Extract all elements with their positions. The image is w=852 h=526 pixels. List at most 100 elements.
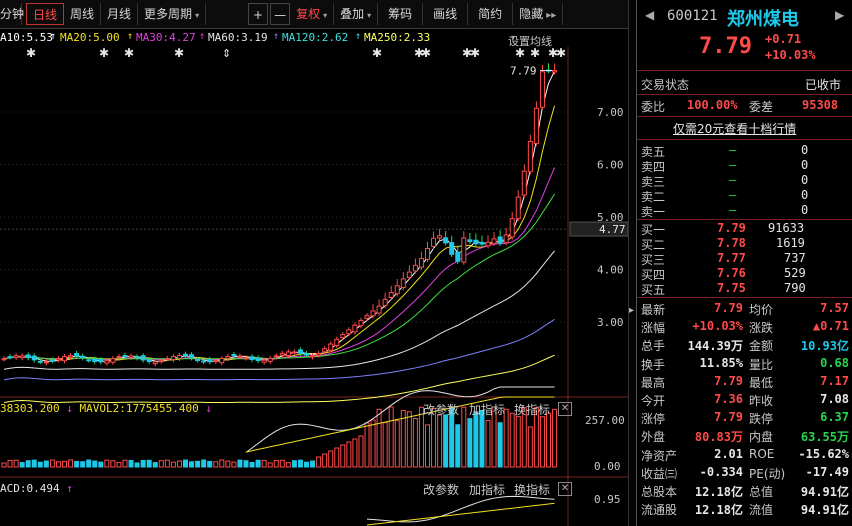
fuquan-dropdown[interactable]: 复权 ▾ (290, 3, 335, 25)
volume-bar (304, 461, 309, 468)
period-week-tab[interactable]: 周线 (64, 3, 102, 25)
chart-grid (0, 47, 628, 526)
vol-close-button[interactable]: ✕ (558, 402, 572, 416)
divider (637, 219, 852, 220)
volume-bar (473, 411, 479, 468)
stock-change-pct: +10.03% (765, 48, 816, 62)
volume-bar (243, 460, 249, 468)
stat-value: 7.08 (820, 392, 849, 406)
macd-close-button[interactable]: ✕ (558, 482, 572, 496)
ask-volume: 0 (801, 188, 809, 202)
bid-volume: 1619 (776, 236, 805, 250)
chips-button[interactable]: 筹码 (378, 3, 424, 25)
current-price-label: 4.77 (599, 223, 626, 236)
volume-header: 38303.200 ↓ MAVOL2:1775455.400 ↓ (0, 402, 212, 415)
volume-bar (485, 420, 491, 468)
candle-body (62, 356, 67, 362)
volume-bar (74, 460, 80, 468)
stat-label: 量比 (749, 357, 774, 372)
volume-bar (80, 461, 86, 468)
stat-value: 63.55万 (800, 430, 849, 445)
ma60-value: MA60:3.19 (208, 31, 268, 44)
zoom-out-button[interactable]: — (270, 3, 291, 25)
candle-body (225, 356, 231, 359)
candle-body (176, 355, 182, 359)
zoom-in-button[interactable]: + (248, 3, 269, 25)
prev-stock-icon[interactable]: ◀ (645, 8, 654, 22)
ask-volume: 0 (801, 143, 809, 157)
candle-body (485, 241, 491, 247)
more-periods-dropdown[interactable]: 更多周期 ▾ (138, 3, 207, 25)
ask-volume: 0 (801, 173, 809, 187)
candle-body (1, 358, 7, 361)
collapse-arrow-icon[interactable]: ▸ (629, 305, 634, 316)
overlay-label: 叠加 (340, 7, 365, 21)
candle-body (394, 285, 400, 295)
volume-bar (201, 459, 207, 468)
volume-bar (388, 406, 394, 468)
overlay-dropdown[interactable]: 叠加 ▾ (334, 3, 379, 25)
volume-bar (146, 459, 152, 468)
vol-add-indicator-tab[interactable]: 加指标 (469, 401, 505, 418)
volume-bar (334, 447, 340, 468)
period-month-tab[interactable]: 月线 (101, 3, 139, 25)
hide-button[interactable]: 隐藏 ▸▸ (513, 3, 564, 25)
ma-line (3, 193, 555, 360)
vol-edit-params-tab[interactable]: 改参数 (423, 401, 459, 418)
candle-body (310, 355, 316, 358)
ma120-arrow-icon: ↑ (355, 31, 362, 42)
candle-body (55, 358, 61, 361)
volume-bar (219, 459, 225, 468)
ma-line (3, 318, 555, 381)
volume-bar (539, 416, 545, 468)
stat-label: 流通股 (641, 503, 678, 518)
candle-body (382, 298, 388, 307)
volume-bar (116, 462, 122, 468)
candle-body (207, 359, 213, 363)
volume-bar (55, 461, 61, 468)
stat-value: +10.03% (692, 319, 743, 334)
ma30-arrow-icon: ↑ (199, 31, 206, 42)
candle-body (431, 237, 437, 247)
volume-bar (461, 406, 467, 468)
candle-body (273, 355, 279, 358)
simple-mode-button[interactable]: 简约 (468, 3, 514, 25)
volume-bar (176, 460, 182, 468)
event-marker-icon: ✱ (99, 47, 109, 60)
volume-bars (1, 386, 558, 468)
ma-line (3, 250, 555, 370)
period-minute-tab[interactable]: 分钟 (0, 3, 24, 25)
stat-value: 144.39万 (687, 339, 743, 354)
volume-bar (310, 460, 316, 468)
event-marker-icon: ✱ (26, 47, 36, 60)
macd-axis-top: 0.95 (594, 493, 621, 506)
stock-change: +0.71 (765, 32, 802, 46)
level10-link[interactable]: 仅需20元查看十档行情 (673, 120, 796, 137)
macd-add-indicator-tab[interactable]: 加指标 (469, 481, 505, 498)
ask-volume: 0 (801, 158, 809, 172)
macd-switch-indicator-tab[interactable]: 换指标 (514, 481, 550, 498)
volume-bar (261, 460, 267, 468)
stat-label: ROE (749, 446, 775, 461)
status-value: 已收市 (805, 78, 842, 92)
ma60-arrow-icon: ↑ (273, 31, 280, 42)
draw-line-button[interactable]: 画线 (423, 3, 469, 25)
candle-body (304, 353, 309, 356)
macd-value: ACD:0.494 (0, 482, 60, 495)
stat-label: 跌停 (749, 412, 774, 427)
candle-body (552, 70, 558, 73)
price-tick-label: 4.00 (597, 264, 624, 277)
volume-bar (370, 419, 376, 468)
stat-value: -17.49 (805, 464, 849, 479)
vol-switch-indicator-tab[interactable]: 换指标 (514, 401, 550, 418)
macd-edit-params-tab[interactable]: 改参数 (423, 481, 459, 498)
ma-line (3, 105, 556, 361)
candle-body (279, 352, 285, 356)
candle-body (122, 355, 128, 358)
kline-chart[interactable]: ✱ ✱ ✱ ✱ ✱ ✱✱ ✱✱ ✱ ✱ ✱✱⇕ 7.006.005.004.003.004.777… (0, 47, 628, 526)
divider (637, 94, 852, 95)
volume-bar (552, 408, 558, 468)
next-stock-icon[interactable]: ▶ (835, 8, 844, 22)
candle-body (461, 237, 467, 263)
period-day-tab[interactable]: 日线 (26, 3, 65, 25)
